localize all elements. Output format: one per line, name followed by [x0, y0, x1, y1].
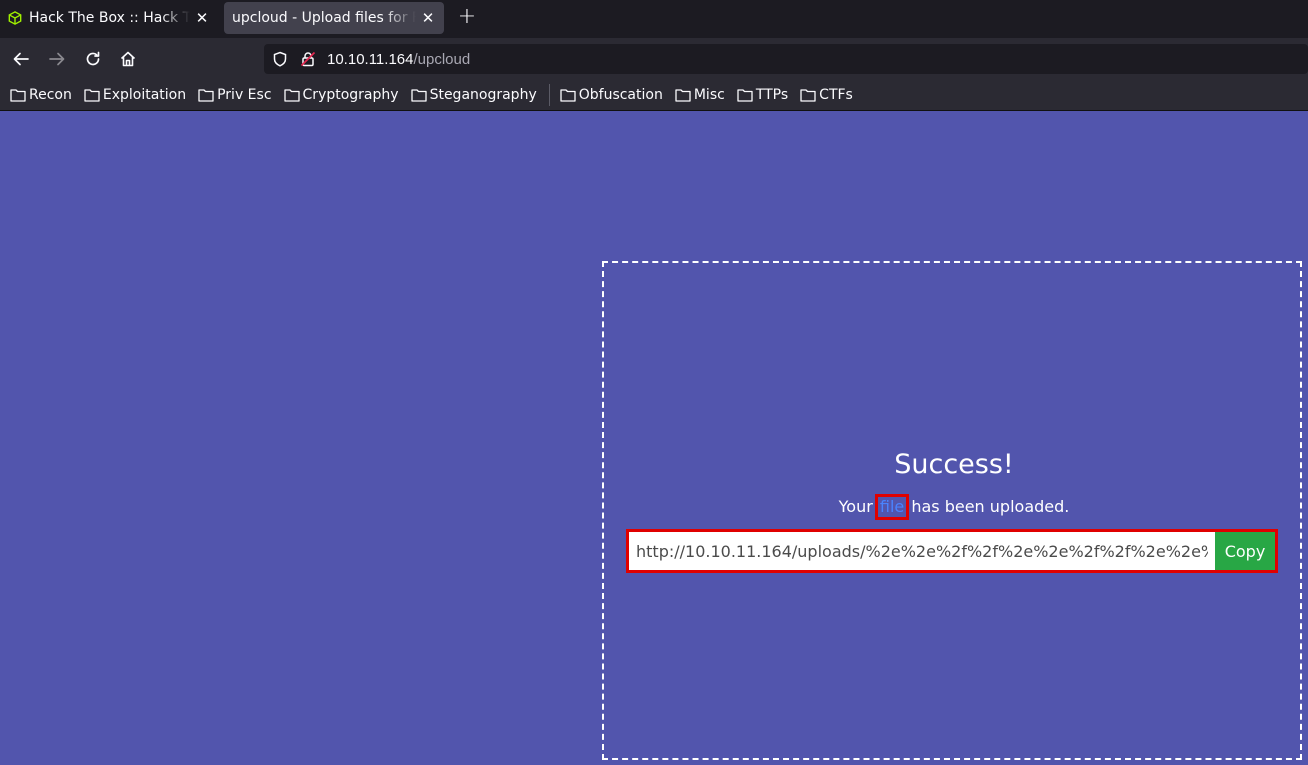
bookmarks-toolbar: Recon Exploitation Priv Esc Cryptography… [0, 80, 1308, 111]
tab-title: upcloud - Upload files for Free! [232, 10, 416, 26]
address-bar[interactable]: 10.10.11.164/upcloud [264, 44, 1308, 74]
tab-upcloud[interactable]: upcloud - Upload files for Free! ✕ [224, 2, 444, 34]
insecure-lock-icon[interactable] [299, 50, 317, 68]
message-suffix: has been uploaded. [911, 497, 1070, 516]
bookmark-label: Recon [29, 87, 72, 103]
tab-title: Hack The Box :: Hack The Box [29, 10, 190, 26]
back-arrow-icon[interactable] [9, 47, 33, 71]
folder-icon [800, 89, 816, 102]
navigation-toolbar: 10.10.11.164/upcloud [0, 38, 1308, 80]
bookmark-folder-obfuscation[interactable]: Obfuscation [560, 87, 663, 103]
bookmark-folder-ttps[interactable]: TTPs [737, 87, 788, 103]
page-content: Success! Your file has been uploaded. Co… [0, 111, 1308, 765]
url-path: /upcloud [413, 50, 471, 68]
folder-icon [198, 89, 214, 102]
bookmark-folder-exploitation[interactable]: Exploitation [84, 87, 186, 103]
bookmark-folder-cryptography[interactable]: Cryptography [283, 87, 399, 103]
htb-cube-icon [8, 11, 22, 25]
bookmarks-separator [548, 84, 550, 106]
folder-icon [10, 89, 26, 102]
folder-icon [675, 89, 691, 102]
url-host: 10.10.11.164 [327, 50, 414, 68]
bookmark-folder-priv-esc[interactable]: Priv Esc [198, 87, 272, 103]
forward-arrow-icon[interactable] [45, 47, 69, 71]
upload-message: Your file has been uploaded. [604, 494, 1304, 520]
bookmark-label: Priv Esc [217, 87, 272, 103]
upload-dropzone[interactable]: Success! Your file has been uploaded. Co… [602, 261, 1302, 760]
url-text[interactable]: 10.10.11.164/upcloud [327, 51, 470, 68]
home-icon[interactable] [116, 47, 140, 71]
bookmark-label: CTFs [819, 87, 853, 103]
upload-url-field[interactable] [629, 532, 1215, 570]
folder-icon [84, 89, 100, 102]
bookmark-label: Obfuscation [578, 87, 663, 103]
bookmark-folder-misc[interactable]: Misc [675, 87, 725, 103]
tab-bar: Hack The Box :: Hack The Box ✕ upcloud -… [0, 0, 1308, 38]
reload-icon[interactable] [81, 47, 105, 71]
copy-button[interactable]: Copy [1215, 532, 1275, 570]
share-link-group: Copy [626, 529, 1278, 573]
new-tab-plus-icon[interactable]: + [454, 4, 480, 32]
bookmark-label: Exploitation [102, 87, 187, 103]
tab-hack-the-box[interactable]: Hack The Box :: Hack The Box ✕ [0, 2, 218, 34]
folder-icon [283, 89, 300, 102]
folder-icon [737, 89, 753, 102]
bookmark-folder-recon[interactable]: Recon [10, 87, 72, 103]
close-tab-icon[interactable]: ✕ [194, 9, 210, 27]
bookmark-label: Cryptography [302, 87, 399, 103]
folder-icon [410, 89, 427, 102]
close-tab-icon[interactable]: ✕ [420, 9, 436, 27]
file-link[interactable]: file [874, 494, 910, 520]
bookmark-label: Steganography [429, 87, 537, 103]
message-prefix: Your [838, 497, 873, 516]
bookmark-label: Misc [693, 87, 725, 103]
bookmark-folder-ctfs[interactable]: CTFs [800, 87, 853, 103]
folder-icon [560, 89, 576, 102]
success-title: Success! [894, 449, 1014, 480]
shield-icon[interactable] [271, 50, 289, 68]
bookmark-folder-steganography[interactable]: Steganography [410, 87, 537, 103]
bookmark-label: TTPs [755, 87, 789, 103]
